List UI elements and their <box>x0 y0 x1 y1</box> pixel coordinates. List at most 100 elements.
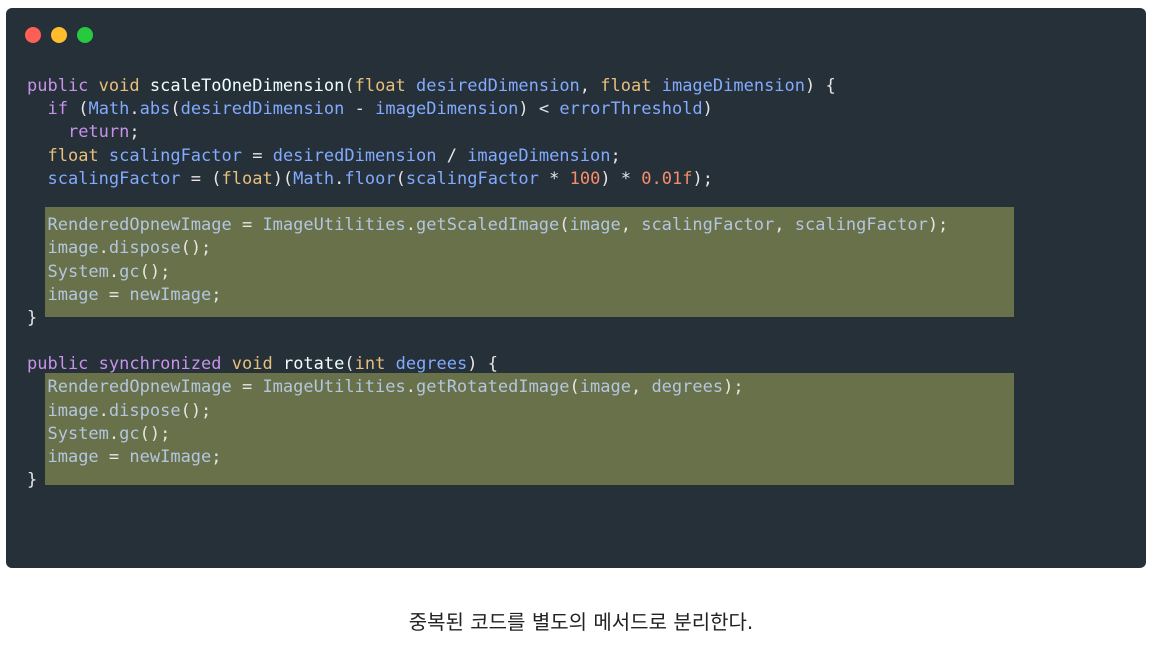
code-line: if (Math.abs(desiredDimension - imageDim… <box>27 98 948 121</box>
code-token: 0.01f <box>641 168 693 189</box>
code-token: float <box>600 76 652 96</box>
code-line: float scalingFactor = desiredDimension /… <box>27 145 948 168</box>
code-token: = ( <box>180 168 222 189</box>
code-token: , <box>774 215 795 236</box>
code-token: float <box>354 76 406 96</box>
code-token: image <box>47 400 99 421</box>
code-token: RenderedOpnewImage <box>47 377 232 398</box>
close-dot-icon[interactable] <box>25 27 41 43</box>
zoom-dot-icon[interactable] <box>77 27 93 43</box>
code-token: scalingFactor <box>108 145 242 166</box>
code-token: System <box>47 261 109 282</box>
code-token: / <box>436 145 468 166</box>
code-line: return; <box>27 121 948 144</box>
code-token: ); <box>692 168 713 189</box>
code-token: void <box>231 354 273 375</box>
code-token: public <box>27 76 89 96</box>
code-token: = <box>231 215 263 236</box>
code-token: synchronized <box>98 354 222 375</box>
code-token: , <box>579 76 601 96</box>
code-token: ; <box>610 145 621 166</box>
code-token: } <box>27 470 38 491</box>
code-token: floor <box>344 168 396 189</box>
code-token: . <box>129 99 140 120</box>
code-token: = <box>241 145 273 166</box>
code-token: int <box>354 354 386 375</box>
code-token: public <box>27 354 89 375</box>
code-token: RenderedOpnewImage <box>47 215 232 236</box>
code-token: degrees <box>395 354 468 375</box>
code-token: desiredDimension <box>272 145 437 166</box>
code-token: . <box>334 168 345 189</box>
code-token: = <box>98 284 130 305</box>
code-token: ImageUtilities <box>262 377 406 398</box>
code-token: abs <box>139 99 171 120</box>
code-token: . <box>108 261 120 282</box>
code-token: ; <box>129 122 140 143</box>
code-token: float <box>47 145 99 166</box>
code-token: ) { <box>467 354 498 375</box>
code-token: 100 <box>569 168 601 189</box>
code-window: public void scaleToOneDimension(float de… <box>6 8 1146 568</box>
code-token: (); <box>139 423 171 444</box>
code-token: = <box>231 377 263 398</box>
code-token: , <box>630 377 652 398</box>
code-token: degrees <box>651 377 724 398</box>
code-token: Math <box>88 99 130 120</box>
code-token: (); <box>139 261 171 282</box>
code-token: return <box>67 122 130 143</box>
code-token: Math <box>293 168 335 189</box>
code-token: } <box>27 307 38 328</box>
code-token: float <box>221 168 273 189</box>
code-line: RenderedOpnewImage = ImageUtilities.getR… <box>27 376 948 399</box>
code-token: void <box>98 76 140 96</box>
code-token: scalingFactor <box>47 168 181 189</box>
code-token: image <box>569 215 621 236</box>
code-token: (); <box>180 400 212 421</box>
code-token: image <box>579 377 631 398</box>
code-line: scalingFactor = (float)(Math.floor(scali… <box>27 168 948 191</box>
code-token: imageDimension <box>375 99 519 120</box>
code-line: public void scaleToOneDimension(float de… <box>27 75 948 98</box>
code-token: ImageUtilities <box>262 215 406 236</box>
code-token: . <box>108 423 120 444</box>
code-token: ( <box>559 215 570 236</box>
minimize-dot-icon[interactable] <box>51 27 67 43</box>
code-token: * <box>538 168 570 189</box>
code-token: newImage <box>129 284 212 305</box>
code-token: imageDimension <box>467 145 611 166</box>
code-token: ( <box>569 377 580 398</box>
code-token: if <box>47 99 68 120</box>
code-token: scalingFactor <box>405 168 539 189</box>
code-token: )( <box>272 168 294 189</box>
code-token: image <box>47 284 99 305</box>
code-token: gc <box>119 261 140 282</box>
code-line: } <box>27 469 948 492</box>
code-line: image = newImage; <box>27 284 948 307</box>
code-line: ​ <box>27 330 948 353</box>
code-token: dispose <box>108 238 181 259</box>
code-token: ( <box>344 354 355 375</box>
code-token: errorThreshold <box>559 99 703 120</box>
code-token: ( <box>67 99 89 120</box>
code-token: = <box>98 447 130 467</box>
code-token: scalingFactor <box>641 215 775 236</box>
code-token: newImage <box>129 447 212 467</box>
code-token: ) * <box>600 168 642 189</box>
code-line: System.gc(); <box>27 261 948 284</box>
code-line: RenderedOpnewImage = ImageUtilities.getS… <box>27 214 948 237</box>
